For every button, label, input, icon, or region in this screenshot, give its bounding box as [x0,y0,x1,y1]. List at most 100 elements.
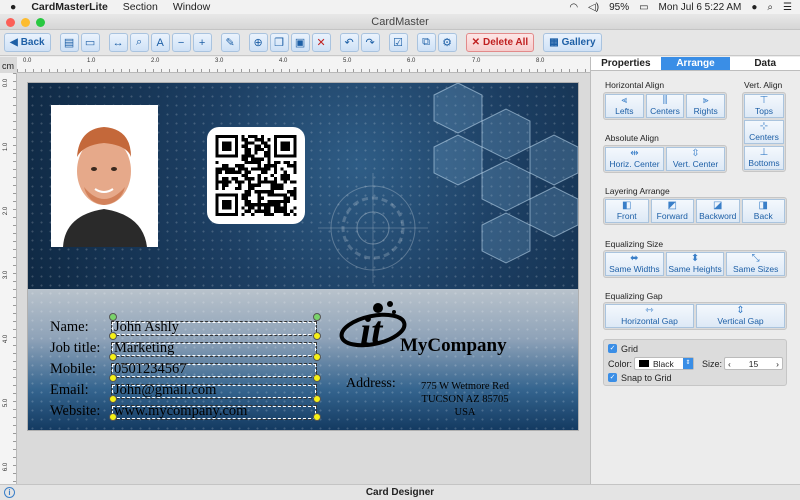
zoom-icon[interactable]: ⌕ [129,33,149,52]
delete-all-button[interactable]: ✕ Delete All [465,33,535,52]
send-back-button[interactable]: ◨ Back [741,199,785,223]
job-title-label[interactable]: Job title: [50,340,100,357]
select-all-icon[interactable]: ☑ [388,33,408,52]
horizontal-gap-button[interactable]: ⇿ Horizontal Gap [605,304,694,328]
menu-window[interactable]: Window [173,1,210,13]
mobile-label[interactable]: Mobile: [50,361,96,378]
group-icon[interactable]: ⧉ [416,33,436,52]
name-value[interactable]: John Ashly [114,319,179,336]
align-tops-button[interactable]: ⊤ Tops [744,94,784,118]
zoom-in-icon[interactable]: + [192,33,212,52]
back-button[interactable]: ◀ Back [4,33,51,52]
profile-photo[interactable] [51,105,158,247]
business-card[interactable]: Name: Job title: Mobile: Email: Website:… [27,82,579,431]
bring-front-button[interactable]: ◧ Front [605,199,649,223]
same-sizes-button[interactable]: ⤡ Same Sizes [726,252,786,276]
align-right-icon: ⫸ [702,95,709,106]
info-icon[interactable]: i [4,487,15,498]
zoom-out-icon[interactable]: − [171,33,191,52]
close-window-button[interactable] [6,18,15,27]
name-label[interactable]: Name: [50,319,89,336]
apple-menu-icon[interactable]: ● [10,1,16,13]
h-tick: 5.0 [343,58,352,64]
same-widths-button[interactable]: ⬌ Same Widths [605,252,664,276]
vert-center-button[interactable]: ⇳ Vert. Center [666,147,725,171]
resize-handle[interactable] [109,395,117,403]
website-label[interactable]: Website: [50,403,100,420]
align-left-icon: ⫷ [621,95,628,106]
card-back-icon[interactable]: ▭ [80,33,100,52]
horiz-center-button[interactable]: ⇹ Horiz. Center [605,147,664,171]
settings-gear-icon[interactable]: ⚙ [437,33,457,52]
grid-size-stepper[interactable]: ‹ 15 › [724,357,783,370]
delete-element-icon[interactable]: ✕ [311,33,331,52]
align-lefts-button[interactable]: ⫷ Lefts [605,94,644,118]
menu-section[interactable]: Section [123,1,158,13]
align-lefts-label: Lefts [615,106,634,116]
resize-handle[interactable] [109,413,117,421]
resize-handle[interactable] [313,395,321,403]
job-title-value[interactable]: Marketing [114,340,174,357]
send-backward-button[interactable]: ◪ Backword [696,199,740,223]
wifi-icon[interactable]: ◠ [569,2,578,13]
align-bottoms-button[interactable]: ⊥ Bottoms [744,146,784,170]
address-line: 775 W Wetmore Red [420,381,510,392]
redo-icon[interactable]: ↷ [360,33,380,52]
address-block[interactable]: 775 W Wetmore Red TUCSON AZ 85705 USA [410,380,520,419]
copy-element-icon[interactable]: ❐ [269,33,289,52]
spotlight-icon[interactable]: ⌕ [767,2,773,13]
resize-handle[interactable] [109,353,117,361]
mobile-value[interactable]: 0501234567 [114,361,187,378]
color-swatch [639,360,649,367]
resize-handle[interactable] [109,374,117,382]
snap-to-grid-label: Snap to Grid [621,373,672,383]
resize-handle[interactable] [313,374,321,382]
resize-handle[interactable] [313,332,321,340]
tab-properties[interactable]: Properties [591,57,661,70]
resize-handle[interactable] [313,413,321,421]
send-back-icon: ◨ [758,200,768,211]
align-middle-icon: ⊹ [759,121,769,132]
tab-data[interactable]: Data [730,57,800,70]
company-name[interactable]: MyCompany [400,335,507,357]
website-value[interactable]: www.mycompany.com [114,403,247,420]
tab-arrange[interactable]: Arrange [660,57,731,70]
edit-color-icon[interactable]: ✎ [220,33,240,52]
bring-forward-button[interactable]: ◩ Forward [650,199,694,223]
battery-icon[interactable]: ▭ [639,2,648,13]
resize-handle[interactable] [313,313,321,321]
address-line: USA [454,407,476,418]
align-vcenters-button[interactable]: ⊹ Centers [744,120,784,144]
zoom-window-button[interactable] [36,18,45,27]
fit-width-icon[interactable]: ↔ [108,33,128,52]
card-front-icon[interactable]: ▤ [59,33,79,52]
resize-handle[interactable] [109,313,117,321]
gallery-button[interactable]: ▦ Gallery [543,33,602,52]
decrement-chevron-icon[interactable]: ‹ [728,359,731,369]
same-heights-button[interactable]: ⬍ Same Heights [665,252,725,276]
grid-checkbox[interactable]: ✓ [608,344,617,353]
paste-element-icon[interactable]: ▣ [290,33,310,52]
volume-icon[interactable]: ◁) [588,2,599,13]
app-menu[interactable]: CardMasterLite [31,1,107,13]
grid-size-value[interactable]: 15 [749,359,758,369]
align-centers-button[interactable]: ⫼ Centers [645,94,685,118]
address-label[interactable]: Address: [346,376,396,392]
menu-list-icon[interactable]: ☰ [783,2,792,13]
clock[interactable]: Mon Jul 6 5:22 AM [659,2,742,13]
resize-handle[interactable] [109,332,117,340]
minimize-window-button[interactable] [21,18,30,27]
vertical-gap-button[interactable]: ⇕ Vertical Gap [696,304,785,328]
increment-chevron-icon[interactable]: › [776,359,779,369]
grid-color-select[interactable]: Black ⇕ [634,357,694,370]
email-value[interactable]: John@gmail.com [114,382,216,399]
qr-code[interactable] [207,127,305,224]
resize-handle[interactable] [313,353,321,361]
zoom-actual-icon[interactable]: A [150,33,170,52]
align-rights-button[interactable]: ⫸ Rights [686,94,726,118]
new-element-icon[interactable]: ⊕ [248,33,268,52]
snap-to-grid-checkbox[interactable]: ✓ [608,373,617,382]
undo-icon[interactable]: ↶ [339,33,359,52]
user-icon[interactable]: ● [751,2,757,13]
email-label[interactable]: Email: [50,382,89,399]
